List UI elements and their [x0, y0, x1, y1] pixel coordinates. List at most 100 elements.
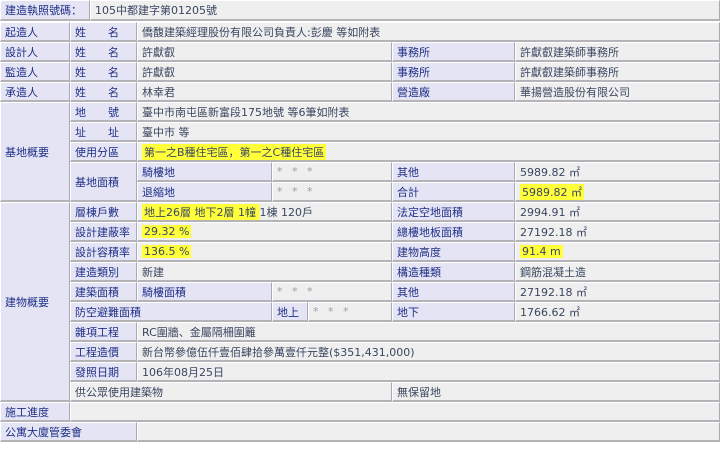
supervisor-name-label: 姓 名 [75, 65, 119, 79]
permit-number-value-cell: 105中都建字第01205號 [90, 0, 720, 21]
site-other-value-cell: 5989.82 ㎡ [515, 162, 720, 182]
total-floor-value: 27192.18 ㎡ [520, 225, 587, 239]
public-building-label-cell: 供公眾使用建築物 [70, 382, 392, 402]
lot-label: 地 號 [75, 105, 119, 119]
builder-label-cell: 起造人 [0, 22, 70, 42]
public-building-label: 供公眾使用建築物 [75, 385, 163, 399]
contractor-company-label: 營造廠 [397, 85, 430, 99]
far-value-cell: 136.5 % [137, 242, 392, 262]
cost-label-cell: 工程造價 [70, 342, 137, 362]
open-space-value-cell: 2994.91 ㎡ [515, 202, 720, 222]
far-label: 設計容積率 [75, 245, 130, 259]
lot-value: 臺中市南屯區新富段175地號 等6筆如附表 [142, 105, 350, 119]
building-other-value: 27192.18 ㎡ [520, 285, 587, 299]
category-value-cell: 新建 [137, 262, 392, 282]
lot-label-cell: 地 號 [70, 102, 137, 122]
builder-name: 僑馥建築經理股份有限公司負責人:彭慶 等如附表 [142, 25, 381, 39]
permit-number-value: 105中都建字第01205號 [95, 4, 217, 17]
height-value: 91.4 m [520, 245, 563, 258]
total-floor-value-cell: 27192.18 ㎡ [515, 222, 720, 242]
misc-value: RC圍牆、金屬隔柵圍籬 [142, 325, 256, 339]
site-area-label-cell: 基地面積 [70, 162, 137, 202]
coverage-label: 設計建蔽率 [75, 225, 130, 239]
height-label-cell: 建物高度 [392, 242, 515, 262]
arcade-area-value: * * * [277, 285, 316, 298]
builder-label: 起造人 [5, 25, 38, 39]
arcade-label: 騎樓地 [142, 165, 175, 179]
designer-office-label: 事務所 [397, 45, 430, 59]
designer-name-label: 姓 名 [75, 45, 119, 59]
committee-value-cell [137, 422, 720, 442]
shelter-label: 防空避難面積 [75, 305, 141, 319]
contractor-name-label: 姓 名 [75, 85, 119, 99]
below-label-cell: 地下 [392, 302, 515, 322]
address-value: 臺中市 等 [142, 125, 190, 139]
address-label: 址 址 [75, 125, 119, 139]
contractor-label-cell: 承造人 [0, 82, 70, 102]
open-space-label: 法定空地面積 [397, 205, 463, 219]
structure-value: 鋼筋混凝土造 [520, 265, 586, 279]
above-label: 地上 [277, 305, 299, 319]
below-label: 地下 [397, 305, 419, 319]
floors-value: 地上26層 地下2層 1幢 1棟 120戶 [142, 203, 315, 220]
setback-label: 退縮地 [142, 185, 175, 199]
site-total-label: 合計 [397, 185, 419, 199]
structure-value-cell: 鋼筋混凝土造 [515, 262, 720, 282]
coverage-label-cell: 設計建蔽率 [70, 222, 137, 242]
height-value-cell: 91.4 m [515, 242, 720, 262]
zoning-value: 第一之B種住宅區，第一之C種住宅區 [142, 143, 327, 160]
setback-value-cell: * * * [272, 182, 392, 202]
far-label-cell: 設計容積率 [70, 242, 137, 262]
category-label-cell: 建造類別 [70, 262, 137, 282]
committee-label-cell: 公寓大廈管委會 [0, 422, 137, 442]
contractor-company-cell: 華揚營造股份有限公司 [515, 82, 720, 102]
building-area-label-cell: 建築面積 [70, 282, 137, 302]
arcade-area-value-cell: * * * [272, 282, 392, 302]
date-label: 發照日期 [75, 365, 119, 379]
reserve-value-cell: 無保留地 [392, 382, 720, 402]
supervisor-name: 許獻叡 [142, 65, 175, 79]
building-other-label-cell: 其他 [392, 282, 515, 302]
site-other-label-cell: 其他 [392, 162, 515, 182]
designer-name-cell: 許獻叡 [137, 42, 392, 62]
building-area-label: 建築面積 [75, 285, 119, 299]
below-value-cell: 1766.62 ㎡ [515, 302, 720, 322]
supervisor-name-cell: 許獻叡 [137, 62, 392, 82]
floors-value-cell: 地上26層 地下2層 1幢 1棟 120戶 [137, 202, 392, 222]
builder-name-label-cell: 姓 名 [70, 22, 137, 42]
building-summary-label: 建物概要 [5, 295, 49, 309]
arcade-area-label: 騎樓面積 [142, 285, 186, 299]
progress-value-cell [70, 402, 720, 422]
total-floor-label-cell: 總樓地板面積 [392, 222, 515, 242]
misc-label: 雜項工程 [75, 325, 119, 339]
designer-office-cell: 許獻叡建築師事務所 [515, 42, 720, 62]
cost-label: 工程造價 [75, 345, 119, 359]
zoning-label: 使用分區 [75, 145, 119, 159]
misc-value-cell: RC圍牆、金屬隔柵圍籬 [137, 322, 720, 342]
arcade-value: * * * [277, 165, 316, 178]
shelter-label-cell: 防空避難面積 [70, 302, 272, 322]
site-summary-label: 基地概要 [5, 145, 49, 159]
cost-value-cell: 新台幣參億伍仟壹佰肆拾參萬壹仟元整($351,431,000) [137, 342, 720, 362]
arcade-label-cell: 騎樓地 [137, 162, 272, 182]
reserve-value: 無保留地 [397, 385, 441, 399]
site-total-label-cell: 合計 [392, 182, 515, 202]
contractor-company-label-cell: 營造廠 [392, 82, 515, 102]
category-label: 建造類別 [75, 265, 119, 279]
total-floor-label: 總樓地板面積 [397, 225, 463, 239]
builder-name-cell: 僑馥建築經理股份有限公司負責人:彭慶 等如附表 [137, 22, 720, 42]
contractor-name: 林幸君 [142, 85, 175, 99]
coverage-value-cell: 29.32 % [137, 222, 392, 242]
date-value-cell: 106年08月25日 [137, 362, 720, 382]
address-label-cell: 址 址 [70, 122, 137, 142]
category-value: 新建 [142, 265, 164, 279]
arcade-value-cell: * * * [272, 162, 392, 182]
progress-label-cell: 施工進度 [0, 402, 70, 422]
cost-value: 新台幣參億伍仟壹佰肆拾參萬壹仟元整($351,431,000) [142, 345, 415, 359]
setback-value: * * * [277, 185, 316, 198]
designer-label-cell: 設計人 [0, 42, 70, 62]
date-value: 106年08月25日 [142, 365, 224, 379]
supervisor-name-label-cell: 姓 名 [70, 62, 137, 82]
contractor-company: 華揚營造股份有限公司 [520, 85, 630, 99]
structure-label: 構造種類 [397, 265, 441, 279]
